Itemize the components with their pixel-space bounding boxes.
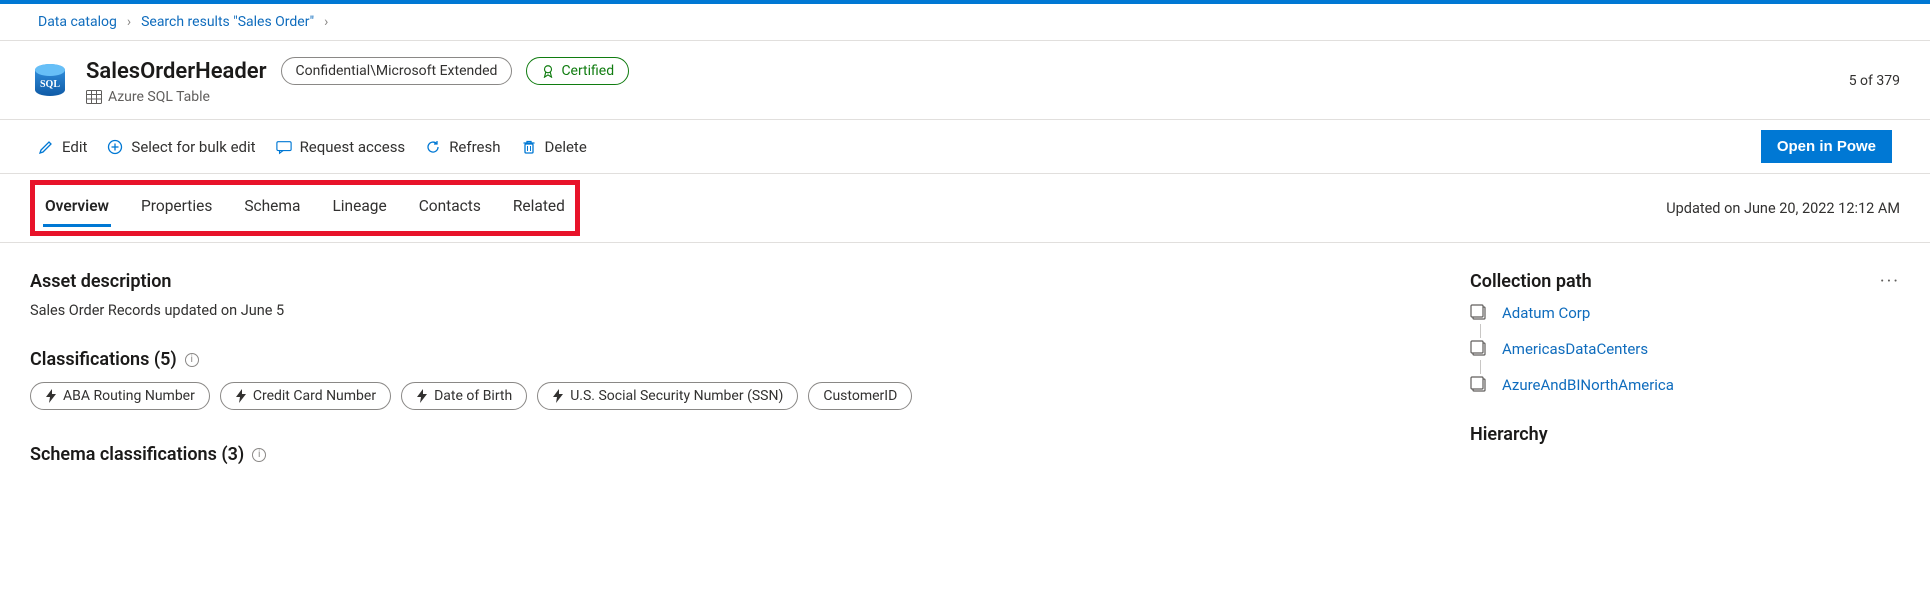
bolt-icon: [552, 389, 564, 403]
tab-schema[interactable]: Schema: [242, 191, 302, 225]
bolt-icon: [235, 389, 247, 403]
collection-link[interactable]: AmericasDataCenters: [1502, 340, 1648, 358]
classifications-chips: ABA Routing Number Credit Card Number Da…: [30, 382, 1410, 410]
tabs-row: Overview Properties Schema Lineage Conta…: [0, 174, 1930, 243]
collection-path-item: AmericasDataCenters: [1470, 340, 1900, 358]
collection-path-item: AzureAndBINorthAmerica: [1470, 376, 1900, 394]
toolbar: Edit Select for bulk edit Request access…: [0, 120, 1930, 174]
edit-label: Edit: [62, 138, 87, 156]
collection-path-item: Adatum Corp: [1470, 304, 1900, 322]
tab-related[interactable]: Related: [511, 191, 567, 225]
overview-right-column: Collection path ··· Adatum Corp Americas…: [1470, 271, 1900, 477]
overview-left-column: Asset description Sales Order Records up…: [30, 271, 1410, 477]
delete-button[interactable]: Delete: [521, 138, 587, 156]
tabs-highlight-box: Overview Properties Schema Lineage Conta…: [30, 180, 580, 236]
asset-subtitle: Azure SQL Table: [108, 89, 210, 105]
certified-label: Certified: [561, 62, 614, 80]
sql-icon: SQL: [30, 61, 70, 101]
tab-overview[interactable]: Overview: [43, 191, 111, 225]
classification-label: Date of Birth: [434, 388, 512, 404]
asset-description-text: Sales Order Records updated on June 5: [30, 302, 1410, 319]
info-icon[interactable]: i: [185, 353, 199, 367]
hierarchy-heading: Hierarchy: [1470, 424, 1900, 445]
header-titles: SalesOrderHeader Confidential\Microsoft …: [86, 57, 629, 105]
collection-path-list: Adatum Corp AmericasDataCenters AzureAnd…: [1470, 304, 1900, 394]
classification-label: Credit Card Number: [253, 388, 376, 404]
classification-chip[interactable]: CustomerID: [808, 382, 912, 410]
chevron-right-icon: ›: [324, 14, 328, 30]
asset-description-heading: Asset description: [30, 271, 1410, 292]
collection-icon: [1470, 304, 1488, 322]
edit-button[interactable]: Edit: [38, 138, 87, 156]
tab-lineage[interactable]: Lineage: [330, 191, 388, 225]
trash-icon: [521, 139, 537, 155]
classification-label: CustomerID: [823, 388, 897, 404]
breadcrumb-link-catalog[interactable]: Data catalog: [38, 14, 117, 30]
asset-header: SQL SalesOrderHeader Confidential\Micros…: [0, 41, 1930, 120]
breadcrumb: Data catalog › Search results "Sales Ord…: [0, 4, 1930, 41]
comment-icon: [276, 139, 292, 155]
classification-label: ABA Routing Number: [63, 388, 195, 404]
classifications-count: (5): [154, 349, 177, 370]
classification-label: U.S. Social Security Number (SSN): [570, 388, 783, 404]
tab-properties[interactable]: Properties: [139, 191, 214, 225]
select-bulk-label: Select for bulk edit: [131, 138, 255, 156]
path-connector: [1480, 360, 1900, 374]
overview-content: Asset description Sales Order Records up…: [0, 243, 1930, 505]
updated-timestamp: Updated on June 20, 2022 12:12 AM: [1666, 200, 1900, 217]
classification-pill[interactable]: Confidential\Microsoft Extended: [281, 57, 513, 85]
bolt-icon: [45, 389, 57, 403]
open-powerbi-button[interactable]: Open in Powe: [1761, 130, 1892, 163]
collection-link[interactable]: Adatum Corp: [1502, 304, 1590, 322]
refresh-button[interactable]: Refresh: [425, 138, 500, 156]
plus-circle-icon: [107, 139, 123, 155]
request-access-button[interactable]: Request access: [276, 138, 406, 156]
result-count: 5 of 379: [1849, 73, 1900, 89]
ribbon-icon: [541, 64, 555, 78]
refresh-label: Refresh: [449, 138, 500, 156]
request-access-label: Request access: [300, 138, 406, 156]
classification-chip[interactable]: U.S. Social Security Number (SSN): [537, 382, 798, 410]
refresh-icon: [425, 139, 441, 155]
collection-link[interactable]: AzureAndBINorthAmerica: [1502, 376, 1674, 394]
tab-contacts[interactable]: Contacts: [417, 191, 483, 225]
chevron-right-icon: ›: [127, 14, 131, 30]
schema-classifications-heading: Schema classifications (3): [30, 444, 244, 465]
pencil-icon: [38, 139, 54, 155]
page-title: SalesOrderHeader: [86, 59, 267, 84]
collection-icon: [1470, 376, 1488, 394]
classification-chip[interactable]: Date of Birth: [401, 382, 527, 410]
classification-chip[interactable]: Credit Card Number: [220, 382, 391, 410]
path-connector: [1480, 324, 1900, 338]
delete-label: Delete: [545, 138, 587, 156]
classifications-heading: Classifications (5): [30, 349, 177, 370]
select-bulk-button[interactable]: Select for bulk edit: [107, 138, 255, 156]
collection-path-heading: Collection path: [1470, 271, 1592, 292]
table-icon: [86, 90, 102, 104]
more-icon[interactable]: ···: [1880, 271, 1900, 292]
classification-chip[interactable]: ABA Routing Number: [30, 382, 210, 410]
collection-icon: [1470, 340, 1488, 358]
bolt-icon: [416, 389, 428, 403]
breadcrumb-link-search-results[interactable]: Search results "Sales Order": [141, 14, 314, 30]
info-icon[interactable]: i: [252, 448, 266, 462]
svg-text:SQL: SQL: [40, 79, 60, 90]
certified-pill[interactable]: Certified: [526, 57, 629, 85]
schema-classifications-count: (3): [221, 444, 244, 465]
